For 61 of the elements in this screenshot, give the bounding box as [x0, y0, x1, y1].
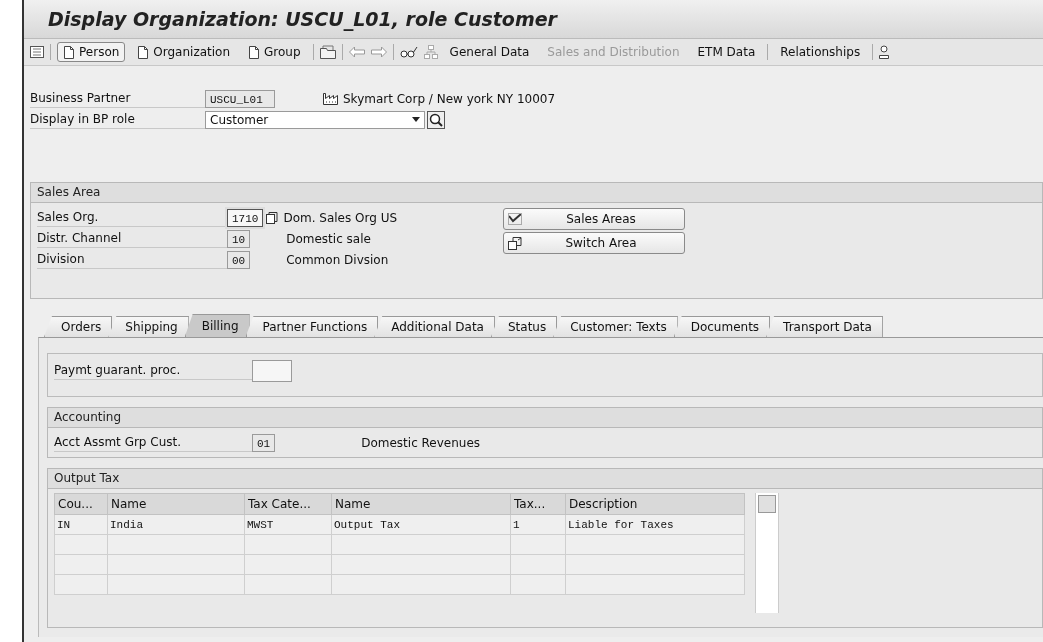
value-description: Dom. Sales Org US	[283, 210, 398, 225]
column-header[interactable]: Tax Cate...	[244, 493, 332, 515]
value-description: Common Divsion	[286, 252, 389, 267]
column-header[interactable]: Tax...	[510, 493, 566, 515]
tab[interactable]: Documents	[673, 316, 771, 337]
mode-button[interactable]: Organization	[131, 42, 237, 62]
action-button[interactable]: Sales Areas	[503, 208, 685, 230]
value-description: Domestic sale	[286, 231, 371, 246]
document-icon	[137, 45, 150, 59]
tab[interactable]: Additional Data	[374, 316, 495, 337]
copy-icon[interactable]	[266, 211, 279, 224]
tab[interactable]: Orders	[44, 316, 113, 337]
tab[interactable]: Customer: Texts	[553, 316, 678, 337]
input-field[interactable]	[252, 359, 292, 382]
field-label: Paymt guarant. proc.	[54, 361, 252, 380]
value-description: Domestic Revenues	[361, 435, 481, 450]
value-field[interactable]: 10	[227, 229, 251, 248]
group-title: Sales Area	[37, 185, 101, 199]
tab[interactable]: Partner Functions	[245, 316, 379, 337]
field-label: Acct Assmt Grp Cust.	[54, 433, 252, 452]
glasses-icon[interactable]	[399, 45, 418, 59]
value-field[interactable]: 01	[252, 433, 276, 452]
value-field[interactable]: 1710	[227, 208, 264, 227]
field-label: Distr. Channel	[37, 229, 227, 248]
field-label: Display in BP role	[30, 110, 205, 129]
document-icon	[508, 236, 522, 250]
factory-icon	[323, 92, 339, 105]
column-header[interactable]: Name	[107, 493, 245, 515]
back-arrow-icon[interactable]	[348, 46, 365, 58]
mode-button[interactable]: Group	[242, 42, 307, 62]
action-button[interactable]: Switch Area	[503, 232, 685, 254]
value-field[interactable]: 00	[227, 250, 251, 269]
search-icon[interactable]	[427, 110, 445, 129]
dropdown-icon	[412, 117, 420, 122]
document-icon	[63, 45, 75, 59]
column-header[interactable]: Cou...	[54, 493, 108, 515]
tab[interactable]: Shipping	[108, 316, 189, 337]
column-header[interactable]: Name	[331, 493, 511, 515]
table-cell: IN	[54, 514, 108, 535]
field-label: Business Partner	[30, 89, 205, 108]
tab[interactable]: Billing	[184, 314, 250, 337]
list-icon[interactable]	[30, 46, 44, 58]
field-label: Division	[37, 250, 227, 269]
forward-arrow-icon[interactable]	[370, 46, 387, 58]
hierarchy-icon	[423, 45, 438, 59]
view-tab[interactable]: Relationships	[774, 45, 867, 59]
group-title: Accounting	[54, 410, 121, 424]
role-dropdown[interactable]: Customer	[205, 110, 425, 129]
view-tab[interactable]: ETM Data	[691, 45, 762, 59]
tab[interactable]: Transport Data	[766, 316, 883, 337]
mode-button[interactable]: Person	[57, 42, 126, 62]
column-header[interactable]: Description	[565, 493, 745, 515]
check-icon	[508, 212, 522, 226]
group-title: Output Tax	[54, 471, 120, 485]
partner-description: Skymart Corp / New york NY 10007	[343, 91, 556, 106]
folder-icon[interactable]	[319, 45, 336, 59]
partner-field[interactable]: USCU_L01	[205, 89, 275, 108]
view-tab[interactable]: General Data	[443, 45, 536, 59]
document-icon	[248, 45, 261, 59]
window-title: Display Organization: USCU_L01, role Customer	[48, 8, 557, 30]
tab[interactable]: Status	[490, 316, 558, 337]
